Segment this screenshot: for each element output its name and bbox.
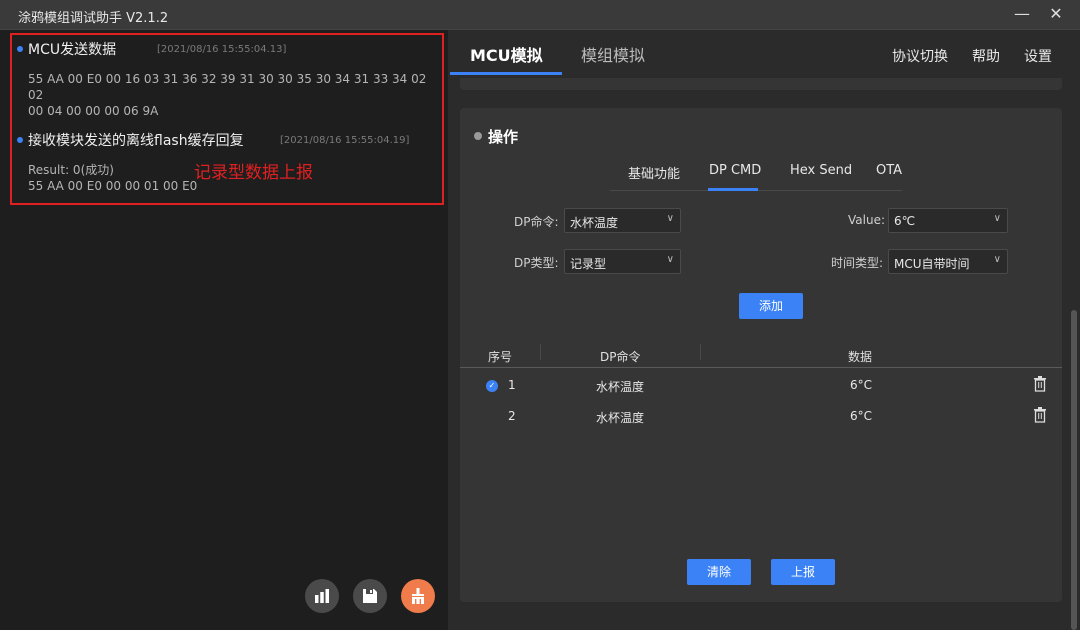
- scrollbar[interactable]: [1071, 310, 1077, 630]
- log-entry-time: [2021/08/16 15:55:04.13]: [157, 44, 287, 55]
- row-index: 1: [508, 378, 516, 392]
- tab-mcu-sim[interactable]: MCU模拟: [470, 42, 543, 66]
- save-button[interactable]: [353, 579, 387, 613]
- time-type-label: 时间类型:: [831, 256, 884, 270]
- window-title: 涂鸦模组调试助手 V2.1.2: [18, 11, 169, 26]
- dp-cmd-label: DP命令:: [514, 215, 559, 229]
- col-header-data: 数据: [848, 350, 873, 364]
- time-type-selected: MCU自带时间: [894, 257, 970, 271]
- chevron-down-icon: ∨: [666, 254, 674, 265]
- dp-type-selected: 记录型: [570, 257, 607, 271]
- chevron-down-icon: ∨: [993, 213, 1001, 224]
- subtab-ota[interactable]: OTA: [876, 163, 902, 178]
- protocol-switch-link[interactable]: 协议切换: [892, 46, 948, 66]
- check-icon[interactable]: ✓: [486, 380, 498, 392]
- minimize-button[interactable]: —: [1012, 4, 1032, 24]
- log-data-line: Result: 0(成功): [28, 163, 114, 177]
- delete-icon[interactable]: [1033, 376, 1047, 392]
- row-index: 2: [508, 409, 516, 423]
- value-selected: 6℃: [894, 214, 916, 228]
- annotation-text: 记录型数据上报: [194, 163, 313, 183]
- time-type-select[interactable]: MCU自带时间 ∨: [888, 249, 1008, 274]
- dp-type-select[interactable]: 记录型 ∨: [564, 249, 681, 274]
- add-button[interactable]: 添加: [739, 293, 803, 319]
- dp-cmd-selected: 水杯温度: [570, 216, 619, 230]
- col-header-dp-cmd: DP命令: [600, 350, 641, 364]
- log-data-line: 55 AA 00 E0 00 16 03 31 36 32 39 31 30 3…: [28, 72, 427, 102]
- tab-module-sim[interactable]: 模组模拟: [581, 42, 645, 66]
- help-link[interactable]: 帮助: [972, 46, 1000, 66]
- settings-link[interactable]: 设置: [1024, 46, 1052, 66]
- active-subtab-indicator: [708, 188, 758, 191]
- report-button[interactable]: 上报: [771, 559, 835, 585]
- clear-log-button[interactable]: [401, 579, 435, 613]
- value-label: Value:: [848, 213, 885, 227]
- log-entry-data: Result: 0(成功) 55 AA 00 E0 00 00 01 00 E0: [28, 162, 197, 194]
- col-divider: [700, 344, 701, 360]
- row-data: 6°C: [850, 409, 873, 423]
- dp-cmd-select[interactable]: 水杯温度 ∨: [564, 208, 681, 233]
- collapsed-section: [460, 78, 1062, 90]
- chevron-down-icon: ∨: [666, 213, 674, 224]
- log-data-line: 00 04 00 00 00 06 9A: [28, 104, 159, 118]
- bullet-icon: [17, 46, 23, 52]
- log-entry-time: [2021/08/16 15:55:04.19]: [280, 135, 410, 146]
- app-window: 涂鸦模组调试助手 V2.1.2 — ✕ MCU发送数据 [2021/08/16 …: [0, 0, 1080, 630]
- row-dp-cmd: 水杯温度: [596, 411, 645, 425]
- top-nav: MCU模拟 模组模拟 协议切换 帮助 设置: [448, 30, 1080, 76]
- dp-type-label: DP类型:: [514, 256, 559, 270]
- close-button[interactable]: ✕: [1046, 4, 1066, 24]
- log-entry-data: 55 AA 00 E0 00 16 03 31 36 32 39 31 30 3…: [28, 71, 442, 119]
- subtab-basic[interactable]: 基础功能: [628, 163, 680, 182]
- title-bar: 涂鸦模组调试助手 V2.1.2 — ✕: [0, 0, 1080, 30]
- subtab-hex-send[interactable]: Hex Send: [790, 163, 852, 178]
- delete-icon[interactable]: [1033, 407, 1047, 423]
- log-panel: MCU发送数据 [2021/08/16 15:55:04.13] 55 AA 0…: [0, 30, 448, 630]
- main-panel: MCU模拟 模组模拟 协议切换 帮助 设置 操作 基础功能 DP CMD Hex…: [448, 30, 1080, 630]
- log-entry-title: MCU发送数据: [28, 42, 117, 58]
- chevron-down-icon: ∨: [993, 254, 1001, 265]
- operation-card: 操作 基础功能 DP CMD Hex Send OTA DP命令: 水杯温度 ∨…: [460, 108, 1062, 602]
- bar-chart-icon: [315, 589, 329, 603]
- stats-button[interactable]: [305, 579, 339, 613]
- col-header-index: 序号: [488, 350, 513, 364]
- clear-button[interactable]: 清除: [687, 559, 751, 585]
- save-icon: [363, 589, 377, 603]
- broom-icon: [412, 588, 424, 604]
- row-dp-cmd: 水杯温度: [596, 380, 645, 394]
- log-entry-title: 接收模块发送的离线flash缓存回复: [28, 133, 244, 149]
- active-tab-indicator: [450, 72, 562, 75]
- col-divider: [540, 344, 541, 360]
- section-title: 操作: [488, 128, 519, 146]
- log-data-line: 55 AA 00 E0 00 00 01 00 E0: [28, 179, 198, 193]
- table-header-divider: [460, 367, 1062, 368]
- subtab-dp-cmd[interactable]: DP CMD: [709, 163, 761, 178]
- section-bullet-icon: [474, 132, 482, 140]
- value-select[interactable]: 6℃ ∨: [888, 208, 1008, 233]
- row-data: 6°C: [850, 378, 873, 392]
- bullet-icon: [17, 137, 23, 143]
- log-highlight-box: MCU发送数据 [2021/08/16 15:55:04.13] 55 AA 0…: [10, 33, 444, 205]
